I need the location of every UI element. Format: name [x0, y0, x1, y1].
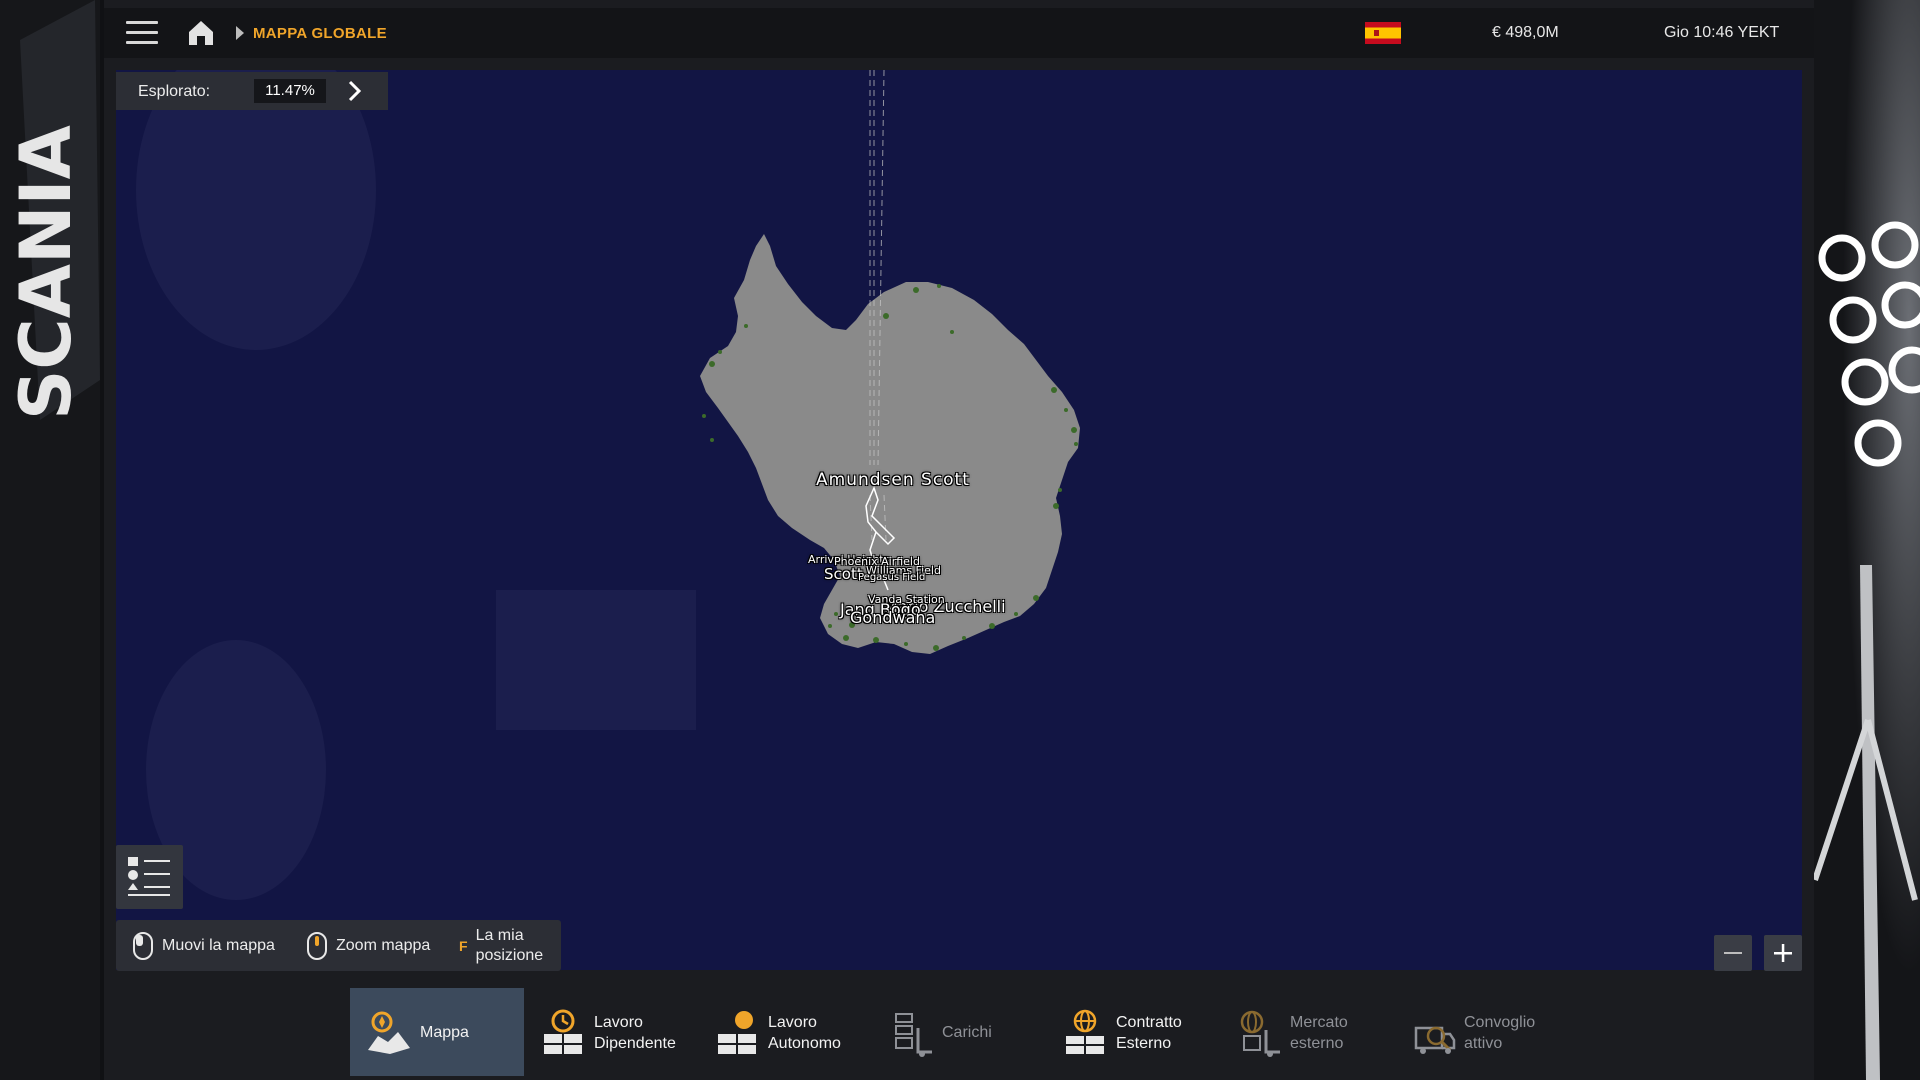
explored-value: 11.47%: [254, 79, 326, 103]
zoom-out-button[interactable]: [1714, 935, 1752, 971]
my-position-label: La mia posizione: [475, 926, 544, 964]
city-label-scott[interactable]: Scott: [824, 565, 863, 583]
cargo-icon: [895, 1013, 932, 1057]
tab-map-label: Mappa: [420, 1024, 469, 1041]
freelance-job-icon: [718, 1011, 756, 1054]
bottom-navigation: Mappa Lavoro Dipendente Lavoro Autonomo C: [104, 984, 1814, 1080]
tab-freelance-job[interactable]: Lavoro Autonomo: [698, 988, 872, 1076]
controls-hint-bar: Muovi la mappa Zoom mappa F La mia posiz…: [116, 920, 561, 971]
minus-icon: [1724, 952, 1742, 954]
home-icon[interactable]: [186, 19, 216, 47]
spain-flag-icon[interactable]: [1365, 22, 1401, 44]
tab-external-contract[interactable]: Contratto Esterno: [1046, 988, 1220, 1076]
top-bar: MAPPA GLOBALE € 498,0M Gio 10:46 YEKT: [104, 8, 1814, 58]
tab-cargo[interactable]: Carichi: [872, 988, 1046, 1076]
map-legend-button[interactable]: [116, 845, 183, 909]
tab-cargo-label: Carichi: [942, 1024, 992, 1041]
hint-my-position[interactable]: F La mia posizione: [459, 920, 543, 971]
tab-freelance-job-label: Lavoro Autonomo: [768, 1014, 841, 1052]
legend-list-icon: [128, 857, 170, 896]
tab-active-convoy-label: Convoglio attivo: [1464, 1014, 1536, 1052]
breadcrumb[interactable]: MAPPA GLOBALE: [253, 25, 387, 42]
money-balance: € 498,0M: [1492, 24, 1559, 41]
svg-text:SCANIA: SCANIA: [5, 125, 87, 420]
game-clock: Gio 10:46 YEKT: [1664, 24, 1780, 41]
antarctica-landmass: [700, 234, 1080, 654]
tab-active-convoy[interactable]: Convoglio attivo: [1394, 988, 1568, 1076]
tab-employee-job-label: Lavoro Dipendente: [594, 1014, 676, 1052]
mouse-wheel-icon: [307, 931, 327, 960]
hamburger-menu-icon[interactable]: [126, 21, 158, 47]
city-label-pegasus-field[interactable]: Pegasus Field: [858, 572, 925, 583]
plus-icon: [1774, 944, 1792, 962]
active-convoy-icon: [1414, 1026, 1456, 1054]
chevron-right-icon[interactable]: [342, 79, 368, 103]
tab-map[interactable]: Mappa: [350, 988, 524, 1076]
breadcrumb-chevron-icon: [236, 26, 244, 40]
tab-external-market[interactable]: Mercato esterno: [1220, 988, 1394, 1076]
employee-job-icon: [544, 1009, 582, 1054]
hint-zoom-map: Zoom mappa: [306, 920, 430, 971]
mouse-drag-icon: [133, 931, 153, 960]
tab-external-contract-label: Contratto Esterno: [1116, 1014, 1182, 1052]
city-label-amundsen-scott[interactable]: Amundsen Scott: [816, 470, 970, 490]
tab-external-market-label: Mercato esterno: [1290, 1014, 1348, 1052]
world-map[interactable]: Amundsen Scott Arrival Heights Phoenix A…: [116, 70, 1802, 970]
map-icon: [368, 1011, 410, 1054]
position-key: F: [459, 937, 468, 954]
move-map-label: Muovi la mappa: [162, 936, 275, 954]
map-canvas: [136, 70, 1080, 900]
zoom-map-label: Zoom mappa: [336, 936, 431, 954]
hint-move-map: Muovi la mappa: [132, 920, 275, 971]
explored-panel: Esplorato: 11.47%: [116, 72, 388, 110]
city-label-gondwana[interactable]: Gondwana: [850, 608, 935, 627]
tab-employee-job[interactable]: Lavoro Dipendente: [524, 988, 698, 1076]
external-contract-icon: [1066, 1009, 1104, 1054]
explored-label: Esplorato:: [138, 83, 211, 100]
zoom-in-button[interactable]: [1764, 935, 1802, 971]
external-market-icon: [1240, 1010, 1280, 1057]
